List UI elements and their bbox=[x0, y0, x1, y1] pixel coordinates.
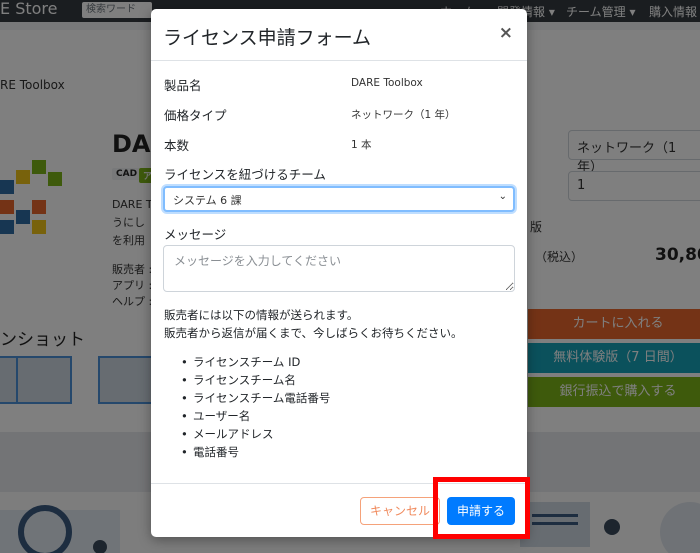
notice-line: 販売者から返信が届くまで、今しばらくお待ちください。 bbox=[164, 326, 463, 340]
field-value: DARE Toolbox bbox=[351, 77, 423, 89]
chevron-down-icon: ⌄ bbox=[498, 191, 507, 202]
field-value: 1 本 bbox=[351, 139, 372, 151]
modal-title: ライセンス申請フォーム bbox=[163, 27, 372, 49]
team-select-label: ライセンスを紐づけるチーム bbox=[164, 167, 326, 182]
message-textarea[interactable] bbox=[163, 245, 515, 292]
sent-info-list: ライセンスチーム ID ライセンスチーム名 ライセンスチーム電話番号 ユーザー名… bbox=[181, 353, 330, 461]
team-select[interactable]: システム 6 課 ⌄ bbox=[163, 186, 515, 212]
field-value: ネットワーク（1 年） bbox=[351, 109, 456, 121]
notice-line: 販売者には以下の情報が送られます。 bbox=[164, 308, 359, 322]
field-label: 本数 bbox=[164, 138, 190, 153]
message-label: メッセージ bbox=[164, 227, 227, 242]
list-item: 電話番号 bbox=[181, 443, 330, 461]
modal-header: ライセンス申請フォーム × bbox=[151, 9, 527, 61]
notice-text: 販売者には以下の情報が送られます。 販売者から返信が届くまで、今しばらくお待ちく… bbox=[164, 306, 463, 342]
list-item: メールアドレス bbox=[181, 425, 330, 443]
list-item: ユーザー名 bbox=[181, 407, 330, 425]
list-item: ライセンスチーム名 bbox=[181, 371, 330, 389]
cancel-button[interactable]: キャンセル bbox=[360, 497, 440, 525]
license-application-modal: ライセンス申請フォーム × 製品名 DARE Toolbox 価格タイプ ネット… bbox=[151, 9, 527, 537]
highlight-box bbox=[433, 477, 530, 539]
field-label: 価格タイプ bbox=[164, 108, 227, 123]
close-icon[interactable]: × bbox=[499, 23, 513, 43]
field-label: 製品名 bbox=[164, 78, 202, 93]
list-item: ライセンスチーム電話番号 bbox=[181, 389, 330, 407]
team-select-value: システム 6 課 bbox=[173, 194, 242, 207]
list-item: ライセンスチーム ID bbox=[181, 353, 330, 371]
